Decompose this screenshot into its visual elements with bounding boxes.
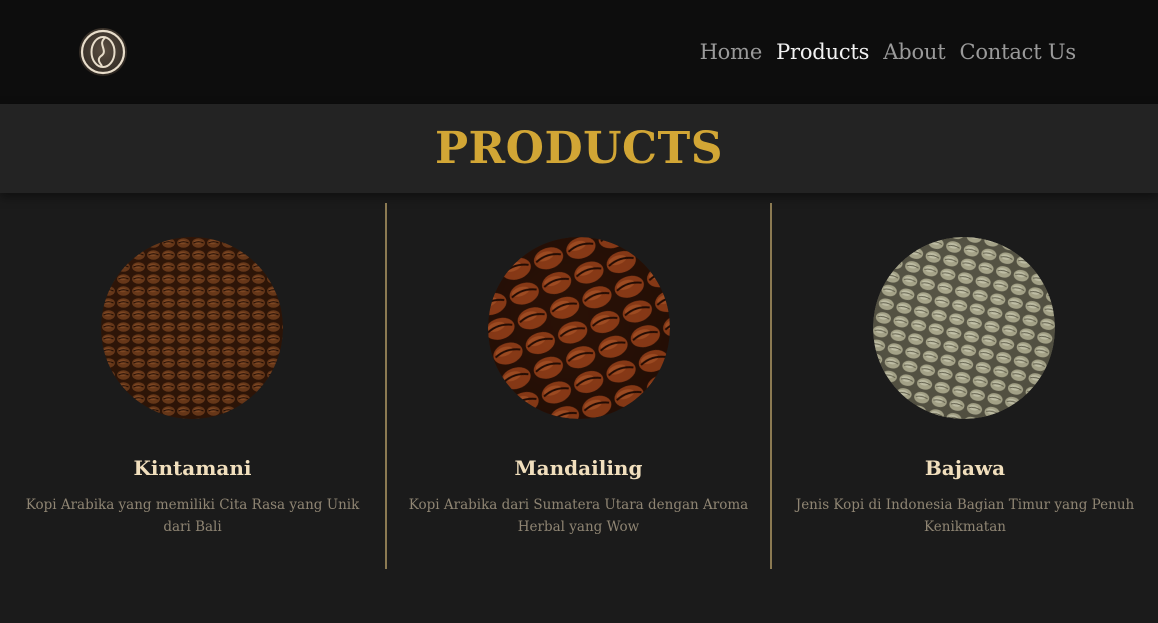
product-description: Kopi Arabika dari Sumatera Utara dengan …: [408, 497, 749, 535]
product-card-mandailing[interactable]: Mandailing Kopi Arabika dari Sumatera Ut…: [387, 193, 770, 623]
product-card-bajawa[interactable]: Bajawa Jenis Kopi di Indonesia Bagian Ti…: [772, 193, 1158, 623]
nav-link-contact[interactable]: Contact Us: [959, 40, 1076, 64]
large-roasted-beans-photo: [488, 237, 670, 419]
coffee-bean-logo-icon[interactable]: [78, 27, 128, 77]
nav-link-home[interactable]: Home: [700, 40, 763, 64]
page-header: PRODUCTS: [0, 104, 1158, 193]
navbar: Home Products About Contact Us: [0, 0, 1158, 104]
product-description: Kopi Arabika yang memiliki Cita Rasa yan…: [25, 497, 360, 535]
product-name: Kintamani: [133, 456, 252, 480]
product-card-kintamani[interactable]: Kintamani Kopi Arabika yang memiliki Cit…: [0, 193, 385, 623]
nav-link-products[interactable]: Products: [776, 40, 869, 64]
nav-link-about[interactable]: About: [883, 40, 945, 64]
nav-menu: Home Products About Contact Us: [700, 40, 1077, 64]
product-grid: Kintamani Kopi Arabika yang memiliki Cit…: [0, 193, 1158, 623]
page-title: PRODUCTS: [434, 123, 724, 174]
green-beans-photo: [873, 237, 1055, 419]
product-name: Bajawa: [924, 456, 1006, 480]
product-description: Jenis Kopi di Indonesia Bagian Timur yan…: [795, 497, 1135, 535]
product-name: Mandailing: [514, 456, 643, 480]
roasted-beans-photo: [101, 237, 283, 419]
